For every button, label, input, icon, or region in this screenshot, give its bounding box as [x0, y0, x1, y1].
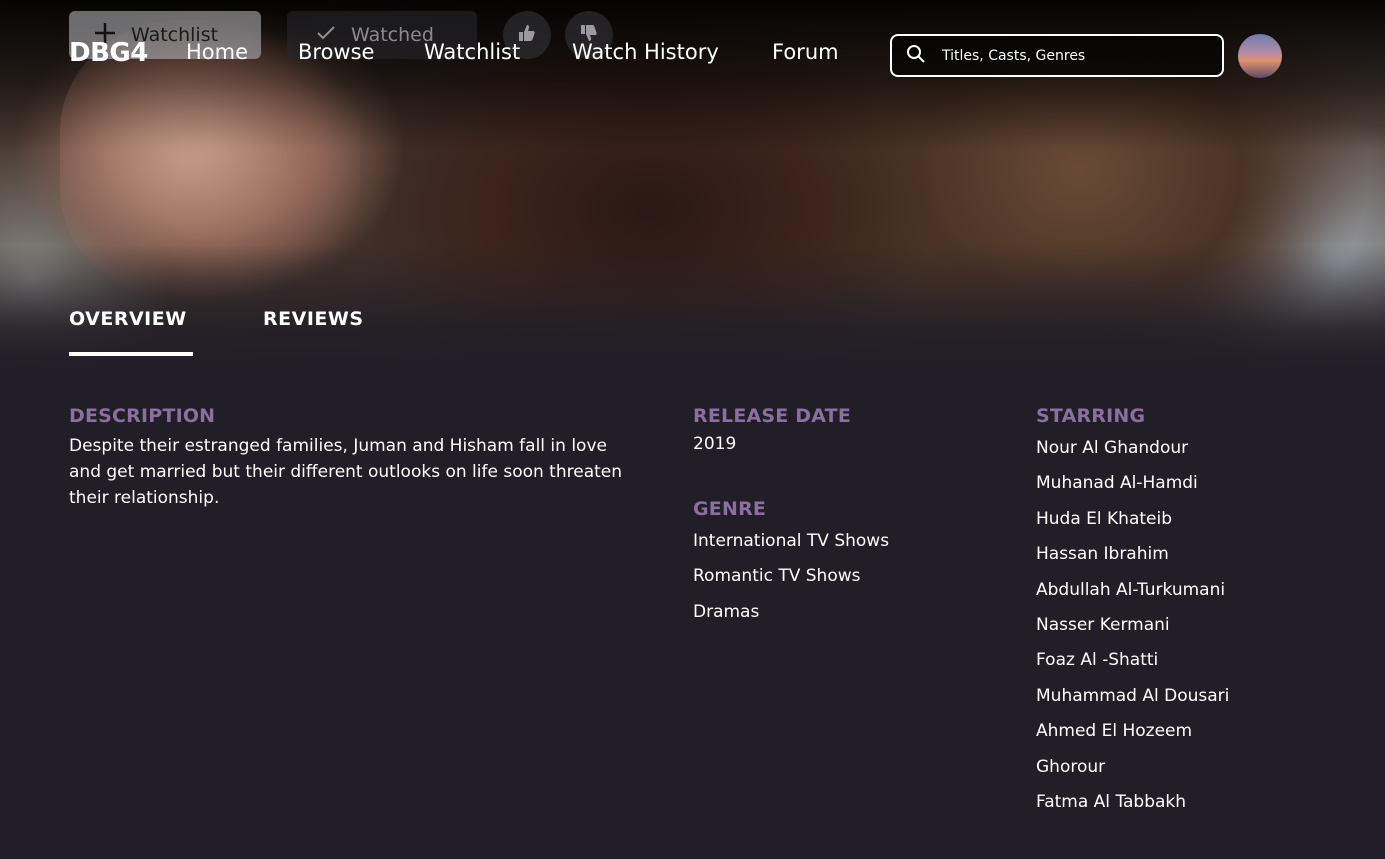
nav-forum[interactable]: Forum: [772, 40, 839, 64]
site-logo[interactable]: DBG4: [69, 38, 148, 68]
cast-item[interactable]: Hassan Ibrahim: [1036, 543, 1229, 578]
release-date-value: 2019: [693, 434, 737, 454]
nav-watchlist[interactable]: Watchlist: [424, 40, 520, 64]
release-date-label: RELEASE DATE: [693, 405, 852, 427]
nav-watch-history[interactable]: Watch History: [572, 40, 719, 64]
tab-overview[interactable]: OVERVIEW: [69, 308, 187, 330]
genre-item[interactable]: Romantic TV Shows: [693, 565, 889, 600]
genre-item[interactable]: Dramas: [693, 601, 889, 636]
search-box[interactable]: [890, 34, 1224, 77]
search-input[interactable]: [940, 46, 1204, 65]
cast-item[interactable]: Fatma Al Tabbakh: [1036, 791, 1229, 826]
description-label: DESCRIPTION: [69, 405, 216, 427]
cast-item[interactable]: Foaz Al -Shatti: [1036, 649, 1229, 684]
nav-home[interactable]: Home: [186, 40, 248, 64]
cast-list: Nour Al Ghandour Muhanad Al-Hamdi Huda E…: [1036, 437, 1229, 826]
cast-item[interactable]: Muhammad Al Dousari: [1036, 685, 1229, 720]
nav-browse[interactable]: Browse: [298, 40, 374, 64]
active-tab-indicator: [69, 352, 193, 356]
avatar[interactable]: [1238, 34, 1282, 78]
starring-label: STARRING: [1036, 405, 1146, 427]
cast-item[interactable]: Muhanad Al-Hamdi: [1036, 472, 1229, 507]
cast-item[interactable]: Abdullah Al-Turkumani: [1036, 579, 1229, 614]
genre-list: International TV Shows Romantic TV Shows…: [693, 530, 889, 636]
cast-item[interactable]: Huda El Khateib: [1036, 508, 1229, 543]
cast-item[interactable]: Nour Al Ghandour: [1036, 437, 1229, 472]
tab-reviews[interactable]: REVIEWS: [263, 308, 364, 330]
cast-item[interactable]: Nasser Kermani: [1036, 614, 1229, 649]
cast-item[interactable]: Ghorour: [1036, 756, 1229, 791]
genre-label: GENRE: [693, 498, 767, 520]
description-text: Despite their estranged families, Juman …: [69, 436, 623, 508]
search-icon: [906, 44, 926, 68]
cast-item[interactable]: Ahmed El Hozeem: [1036, 720, 1229, 755]
genre-item[interactable]: International TV Shows: [693, 530, 889, 565]
